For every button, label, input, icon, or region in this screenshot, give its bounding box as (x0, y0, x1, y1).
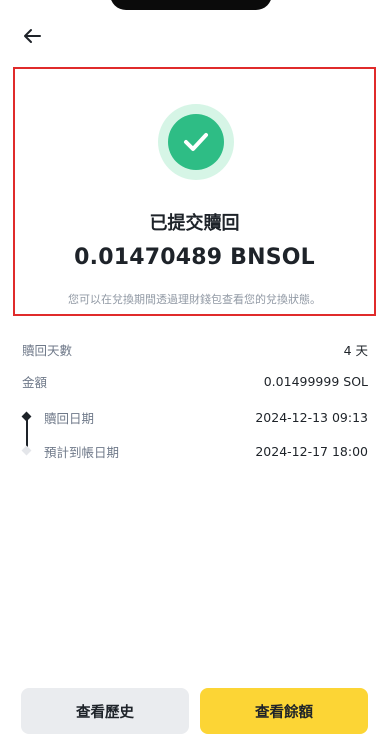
success-title: 已提交贖回 (149, 213, 240, 234)
expected-date-label: 預計到帳日期 (44, 444, 120, 460)
checkmark-icon (184, 133, 208, 151)
redeem-days-row: 贖回天數 4 天 (22, 339, 368, 359)
redeem-date-label: 贖回日期 (44, 410, 95, 426)
device-notch (110, 0, 272, 10)
redeem-date-row: 贖回日期 2024-12-13 09:13 (22, 407, 368, 427)
view-balance-button[interactable]: 查看餘額 (200, 688, 368, 734)
success-card: 已提交贖回 0.01470489 BNSOL 您可以在兌換期間透過理財錢包查看您… (13, 67, 376, 316)
redeem-amount: 0.01470489 BNSOL (74, 245, 315, 270)
expected-date-value: 2024-12-17 18:00 (255, 443, 368, 459)
success-badge (158, 104, 234, 180)
amount-label: 金額 (22, 374, 48, 390)
redeem-days-value: 4 天 (343, 342, 368, 358)
status-hint: 您可以在兌換期間透過理財錢包查看您的兌換狀態。 (68, 293, 321, 306)
redeem-days-label: 贖回天數 (22, 342, 73, 358)
view-history-button[interactable]: 查看歷史 (21, 688, 189, 734)
back-button[interactable] (18, 24, 46, 48)
redeem-date-value: 2024-12-13 09:13 (255, 409, 368, 425)
expected-date-row: 預計到帳日期 2024-12-17 18:00 (22, 441, 368, 461)
arrow-left-icon (24, 29, 41, 43)
amount-row: 金額 0.01499999 SOL (22, 371, 368, 391)
amount-value: 0.01499999 SOL (263, 373, 368, 389)
